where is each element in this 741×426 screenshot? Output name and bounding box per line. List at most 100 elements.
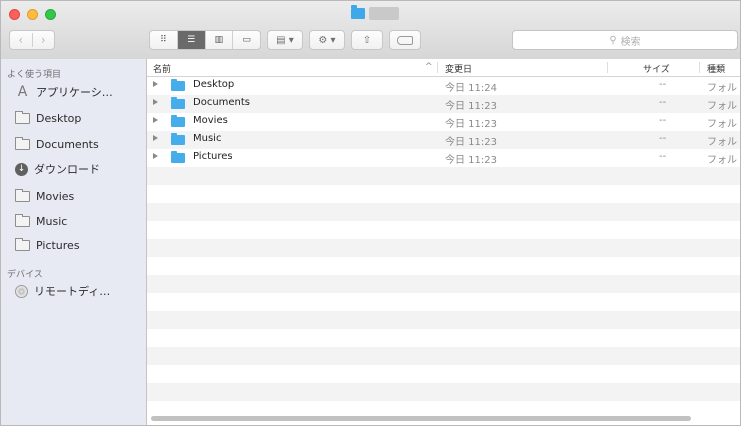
file-size: --: [659, 97, 667, 108]
column-view-icon[interactable]: ▥: [204, 31, 233, 49]
folder-icon: [15, 213, 30, 227]
empty-row: [147, 257, 740, 275]
empty-row: [147, 275, 740, 293]
file-size: --: [659, 79, 667, 90]
table-row[interactable]: Documents 今日 11:23 -- フォル: [147, 95, 740, 113]
share-button[interactable]: ⇧: [351, 30, 383, 50]
forward-button[interactable]: ›: [31, 33, 55, 47]
file-kind: フォル: [707, 119, 737, 130]
arrange-button[interactable]: ▤ ▾: [267, 30, 303, 50]
download-icon: ↓: [15, 162, 28, 176]
sidebar-item-remote-disc[interactable]: リモートディ…: [15, 282, 110, 300]
sidebar-item-applications[interactable]: A アプリケーシ…: [15, 83, 113, 101]
empty-row: [147, 203, 740, 221]
favorites-header: よく使う項目: [7, 70, 62, 80]
action-gear-button[interactable]: ⚙ ▾: [309, 30, 345, 50]
magnifier-icon: ⚲: [609, 34, 617, 46]
sidebar-item-pictures[interactable]: Pictures: [15, 236, 80, 254]
devices-header: デバイス: [7, 270, 43, 280]
list-view-icon[interactable]: ☰: [176, 31, 205, 49]
column-divider[interactable]: [437, 62, 438, 73]
file-date: 今日 11:23: [445, 101, 497, 112]
empty-row: [147, 293, 740, 311]
file-size: --: [659, 151, 667, 162]
folder-icon: [171, 115, 185, 127]
file-kind: フォル: [707, 83, 737, 94]
sidebar-item-documents[interactable]: Documents: [15, 135, 99, 153]
icon-view-icon[interactable]: ⠿: [150, 31, 177, 49]
file-size: --: [659, 115, 667, 126]
empty-row: [147, 347, 740, 365]
file-name: Documents: [193, 97, 251, 108]
window-title: [369, 7, 399, 20]
column-size-header[interactable]: サイズ: [643, 62, 670, 75]
sidebar-item-label: Music: [36, 214, 68, 228]
table-row[interactable]: Pictures 今日 11:23 -- フォル: [147, 149, 740, 167]
file-rows: Desktop 今日 11:24 -- フォル Documents 今日 11:…: [147, 77, 740, 401]
column-divider[interactable]: [699, 62, 700, 73]
sidebar-item-label: アプリケーシ…: [36, 86, 113, 99]
disclosure-triangle-icon[interactable]: [153, 153, 158, 159]
folder-icon: [15, 237, 30, 251]
back-button[interactable]: ‹: [10, 33, 32, 47]
sidebar-item-movies[interactable]: Movies: [15, 187, 74, 205]
sidebar-item-label: ダウンロード: [34, 163, 100, 176]
horizontal-scrollbar[interactable]: [151, 416, 691, 421]
disclosure-triangle-icon[interactable]: [153, 135, 158, 141]
sidebar-item-music[interactable]: Music: [15, 212, 67, 230]
search-field[interactable]: ⚲ 検索: [512, 30, 738, 50]
folder-icon: [171, 151, 185, 163]
file-kind: フォル: [707, 137, 737, 148]
file-name: Pictures: [193, 151, 233, 162]
empty-row: [147, 185, 740, 203]
sidebar-item-label: Desktop: [36, 111, 82, 125]
column-date-header[interactable]: 変更日: [445, 62, 472, 75]
finder-window: ‹ › ⠿ ☰ ▥ ▭ ▤ ▾ ⚙ ▾ ⇧ ⚲ 検索 よく使う項目 A アプリケ…: [0, 0, 741, 426]
minimize-button[interactable]: [27, 9, 38, 20]
zoom-button[interactable]: [45, 9, 56, 20]
empty-row: [147, 365, 740, 383]
file-kind: フォル: [707, 101, 737, 112]
empty-row: [147, 239, 740, 257]
folder-icon: [171, 97, 185, 109]
disc-icon: [15, 284, 28, 298]
folder-icon: [15, 110, 30, 124]
sort-indicator-icon: ^: [425, 62, 433, 72]
file-date: 今日 11:23: [445, 137, 497, 148]
search-placeholder: 検索: [620, 36, 641, 48]
table-row[interactable]: Movies 今日 11:23 -- フォル: [147, 113, 740, 131]
column-name-header[interactable]: 名前: [153, 62, 171, 75]
sidebar-item-label: Documents: [36, 137, 99, 151]
disclosure-triangle-icon[interactable]: [153, 117, 158, 123]
navigation-buttons: ‹ ›: [9, 30, 55, 50]
table-row[interactable]: Music 今日 11:23 -- フォル: [147, 131, 740, 149]
view-mode-buttons: ⠿ ☰ ▥ ▭: [149, 30, 261, 50]
toolbar: ‹ › ⠿ ☰ ▥ ▭ ▤ ▾ ⚙ ▾ ⇧ ⚲ 検索: [1, 1, 740, 60]
column-kind-header[interactable]: 種類: [707, 62, 725, 75]
folder-icon: [15, 136, 30, 150]
empty-row: [147, 311, 740, 329]
tag-button[interactable]: [389, 30, 421, 50]
sidebar-item-label: Pictures: [36, 238, 80, 252]
file-name: Movies: [193, 115, 228, 126]
disclosure-triangle-icon[interactable]: [153, 81, 158, 87]
file-kind: フォル: [707, 155, 737, 166]
empty-row: [147, 221, 740, 239]
column-divider[interactable]: [607, 62, 608, 73]
sidebar-item-desktop[interactable]: Desktop: [15, 109, 81, 127]
sidebar-item-label: リモートディ…: [34, 285, 111, 298]
close-button[interactable]: [9, 9, 20, 20]
sidebar-item-downloads[interactable]: ↓ ダウンロード: [15, 160, 100, 178]
applications-icon: A: [17, 83, 28, 100]
file-name: Desktop: [193, 79, 235, 90]
coverflow-view-icon[interactable]: ▭: [232, 31, 260, 49]
file-date: 今日 11:23: [445, 155, 497, 166]
file-date: 今日 11:23: [445, 119, 497, 130]
window-controls: [9, 9, 56, 20]
empty-row: [147, 167, 740, 185]
file-date: 今日 11:24: [445, 83, 497, 94]
column-header: 名前 ^ 変更日 サイズ 種類: [147, 59, 740, 77]
table-row[interactable]: Desktop 今日 11:24 -- フォル: [147, 77, 740, 95]
disclosure-triangle-icon[interactable]: [153, 99, 158, 105]
title-folder-icon: [351, 5, 365, 19]
